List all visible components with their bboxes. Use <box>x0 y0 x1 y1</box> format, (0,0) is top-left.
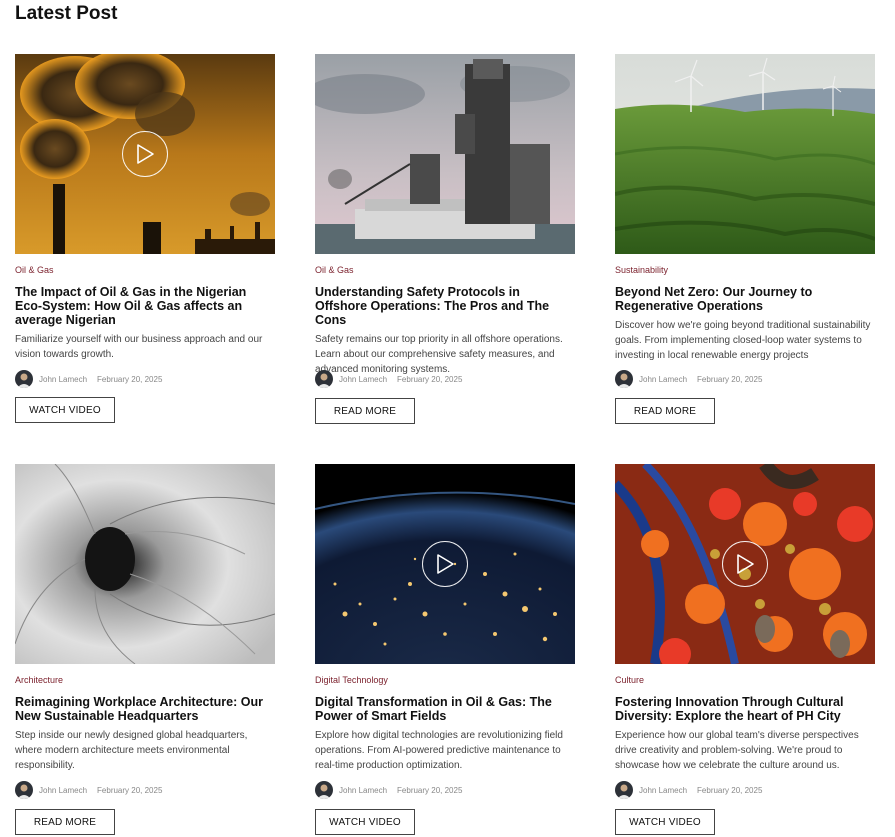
page-title: Latest Post <box>15 3 118 24</box>
post-date: February 20, 2025 <box>697 785 763 795</box>
post-excerpt: Explore how digital technologies are rev… <box>315 730 563 771</box>
author-name: John Lamech <box>639 374 688 384</box>
post-category[interactable]: Digital Technology <box>315 675 575 686</box>
author-avatar <box>615 781 633 799</box>
post-card: Architecture Reimagining Workplace Archi… <box>15 464 275 835</box>
watch-video-button[interactable]: WATCH VIDEO <box>15 397 115 423</box>
author-avatar <box>15 370 33 388</box>
author-avatar <box>315 781 333 799</box>
post-title[interactable]: Reimagining Workplace Architecture: Our … <box>15 695 275 723</box>
play-icon[interactable] <box>722 541 768 587</box>
post-card: Digital Technology Digital Transformatio… <box>315 464 575 835</box>
author-name: John Lamech <box>39 374 88 384</box>
post-thumbnail[interactable] <box>615 464 875 664</box>
author-name: John Lamech <box>339 785 388 795</box>
post-thumbnail[interactable] <box>615 54 875 254</box>
post-title[interactable]: Fostering Innovation Through Cultural Di… <box>615 695 875 723</box>
post-meta: John Lamech February 20, 2025 <box>15 781 162 799</box>
post-card: Oil & Gas The Impact of Oil & Gas in the… <box>15 54 275 423</box>
post-meta: John Lamech February 20, 2025 <box>315 370 462 388</box>
post-title[interactable]: Digital Transformation in Oil & Gas: The… <box>315 695 575 723</box>
post-date: February 20, 2025 <box>97 374 163 384</box>
post-card: Culture Fostering Innovation Through Cul… <box>615 464 875 835</box>
post-thumbnail[interactable] <box>315 464 575 664</box>
post-excerpt: Experience how our global team's diverse… <box>615 730 859 771</box>
read-more-button[interactable]: READ MORE <box>15 809 115 835</box>
post-date: February 20, 2025 <box>97 785 163 795</box>
post-date: February 20, 2025 <box>397 785 463 795</box>
author-avatar <box>615 370 633 388</box>
offshore-rig-image <box>315 54 575 254</box>
post-card: Oil & Gas Understanding Safety Protocols… <box>315 54 575 424</box>
post-date: February 20, 2025 <box>697 374 763 384</box>
post-thumbnail[interactable] <box>315 54 575 254</box>
author-avatar <box>15 781 33 799</box>
post-meta: John Lamech February 20, 2025 <box>315 781 462 799</box>
play-icon[interactable] <box>122 131 168 177</box>
post-category[interactable]: Oil & Gas <box>15 265 275 276</box>
spiral-architecture-image <box>15 464 275 664</box>
read-more-button[interactable]: READ MORE <box>615 398 715 424</box>
author-name: John Lamech <box>339 374 388 384</box>
post-title[interactable]: The Impact of Oil & Gas in the Nigerian … <box>15 285 275 327</box>
author-name: John Lamech <box>639 785 688 795</box>
post-thumbnail[interactable] <box>15 54 275 254</box>
post-meta: John Lamech February 20, 2025 <box>615 370 762 388</box>
post-meta: John Lamech February 20, 2025 <box>615 781 762 799</box>
post-title[interactable]: Beyond Net Zero: Our Journey to Regenera… <box>615 285 875 313</box>
post-card: Sustainability Beyond Net Zero: Our Jour… <box>615 54 875 424</box>
wind-turbines-image <box>615 54 875 254</box>
play-icon[interactable] <box>422 541 468 587</box>
post-category[interactable]: Oil & Gas <box>315 265 575 276</box>
post-excerpt: Step inside our newly designed global he… <box>15 730 248 771</box>
post-title[interactable]: Understanding Safety Protocols in Offsho… <box>315 285 575 327</box>
post-meta: John Lamech February 20, 2025 <box>15 370 162 388</box>
watch-video-button[interactable]: WATCH VIDEO <box>615 809 715 835</box>
watch-video-button[interactable]: WATCH VIDEO <box>315 809 415 835</box>
post-excerpt: Familiarize yourself with our business a… <box>15 334 263 360</box>
post-excerpt: Discover how we're going beyond traditio… <box>615 320 871 361</box>
post-category[interactable]: Sustainability <box>615 265 875 276</box>
author-name: John Lamech <box>39 785 88 795</box>
post-thumbnail[interactable] <box>15 464 275 664</box>
post-category[interactable]: Architecture <box>15 675 275 686</box>
author-avatar <box>315 370 333 388</box>
read-more-button[interactable]: READ MORE <box>315 398 415 424</box>
post-date: February 20, 2025 <box>397 374 463 384</box>
post-category[interactable]: Culture <box>615 675 875 686</box>
